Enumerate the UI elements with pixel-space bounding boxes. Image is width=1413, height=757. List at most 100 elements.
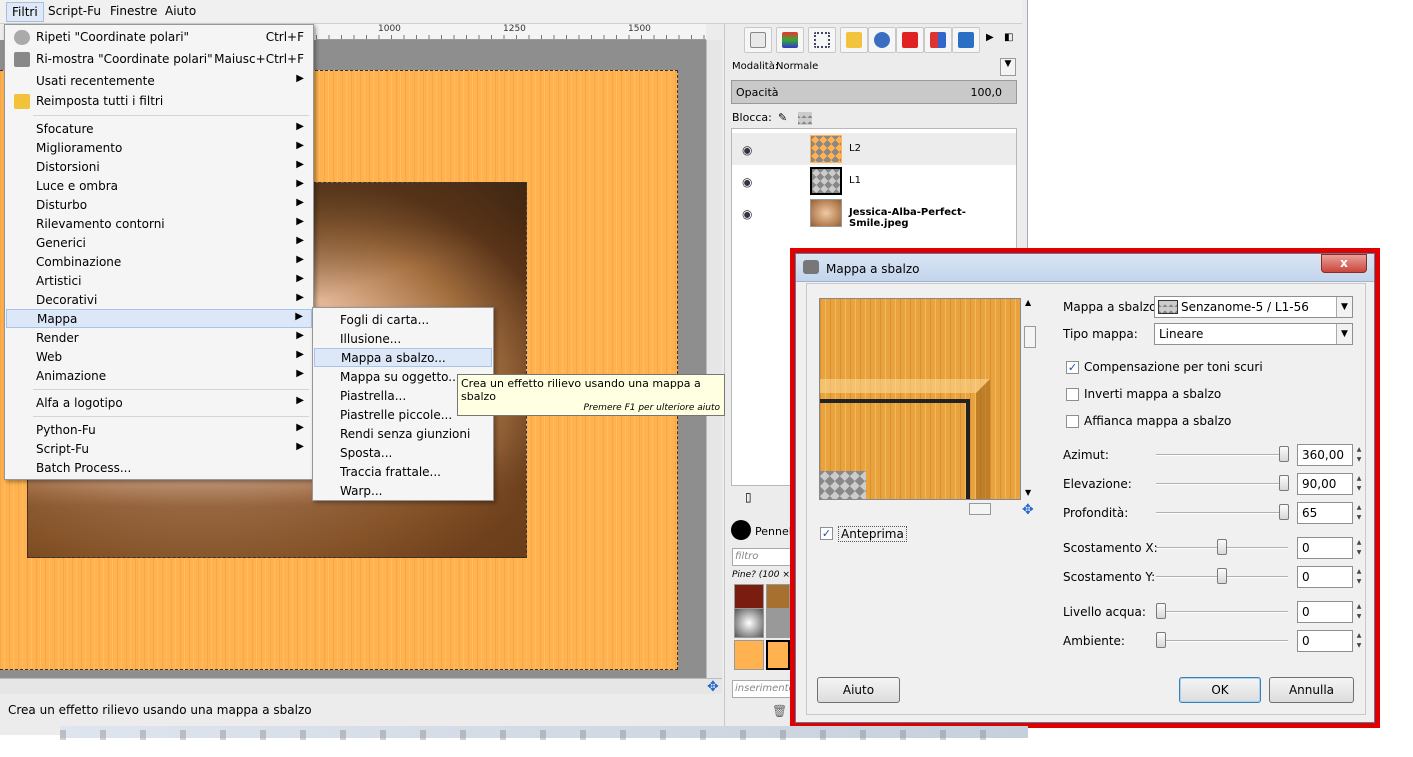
- menu-item-label: Animazione: [36, 369, 107, 383]
- layer-row[interactable]: ◉ L1: [732, 165, 1016, 197]
- submenu-arrow-icon: ▶: [296, 216, 304, 227]
- menu-item-sfocature[interactable]: Sfocature ▶: [6, 120, 312, 139]
- submenu-arrow-icon: ▶: [296, 368, 304, 379]
- menu-item-disturbo[interactable]: Disturbo ▶: [6, 196, 312, 215]
- menu-item-miglioramento[interactable]: Miglioramento ▶: [6, 139, 312, 158]
- submenu-item-bump-map[interactable]: Mappa a sbalzo...: [314, 348, 492, 367]
- tooltip-help-text: Premere F1 per ulteriore aiuto: [583, 403, 720, 413]
- menu-item-batch[interactable]: Batch Process...: [6, 459, 312, 478]
- menu-item-reset[interactable]: Reimposta tutti i filtri: [6, 92, 312, 111]
- brush-name: Pine? (100 ×: [732, 570, 790, 580]
- status-text: Crea un effetto rilievo usando una mappa…: [8, 703, 312, 717]
- menu-accelerator: Maiusc+Ctrl+F: [214, 52, 304, 66]
- layer-thumbnail: [810, 199, 842, 227]
- filters-menu: Ripeti "Coordinate polari" Ctrl+F Ri-mos…: [4, 24, 314, 480]
- trash-icon[interactable]: 🗑: [772, 704, 787, 718]
- brush-tag-input[interactable]: inserimento: [732, 680, 795, 698]
- brush-swatch[interactable]: [766, 608, 790, 638]
- tab-pointer[interactable]: [868, 27, 896, 53]
- palette-icon: [930, 32, 946, 48]
- menu-item-alfa-logotipo[interactable]: Alfa a logotipo ▶: [6, 394, 312, 413]
- tab-scroll-right-icon[interactable]: ▶: [986, 32, 994, 43]
- menu-item-python-fu[interactable]: Python-Fu ▶: [6, 421, 312, 440]
- submenu-arrow-icon: ▶: [296, 140, 304, 151]
- submenu-arrow-icon: ▶: [296, 441, 304, 452]
- layer-row[interactable]: ◉ L2: [732, 133, 1016, 165]
- submenu-item[interactable]: Illusione...: [314, 330, 492, 349]
- menu-item-combinazione[interactable]: Combinazione ▶: [6, 253, 312, 272]
- menu-item-web[interactable]: Web ▶: [6, 348, 312, 367]
- submenu-item[interactable]: Sposta...: [314, 444, 492, 463]
- submenu-item[interactable]: Warp...: [314, 482, 492, 501]
- submenu-item-label: Illusione...: [340, 332, 402, 346]
- menu-bar: Filtri Script-Fu Finestre Aiuto: [0, 0, 1022, 24]
- menu-item-label: Render: [36, 331, 79, 345]
- tab-channels[interactable]: [776, 27, 804, 53]
- tab-paths[interactable]: [808, 27, 836, 53]
- menu-item-generici[interactable]: Generici ▶: [6, 234, 312, 253]
- menu-script-fu[interactable]: Script-Fu: [48, 4, 101, 18]
- tab-undo[interactable]: [840, 27, 868, 53]
- visibility-eye-icon[interactable]: ◉: [742, 207, 752, 221]
- menu-item-decorativi[interactable]: Decorativi ▶: [6, 291, 312, 310]
- layer-row[interactable]: ◉ Jessica-Alba-Perfect-Smile.jpeg: [732, 197, 1016, 229]
- lock-row: Blocca: ✎: [732, 111, 812, 125]
- menu-item-reshow[interactable]: Ri-mostra "Coordinate polari" Maiusc+Ctr…: [6, 50, 312, 69]
- menu-item-animazione[interactable]: Animazione ▶: [6, 367, 312, 386]
- paths-icon: [814, 32, 830, 48]
- menu-finestre[interactable]: Finestre: [110, 4, 157, 18]
- menu-item-label: Rilevamento contorni: [36, 217, 165, 231]
- visibility-eye-icon[interactable]: ◉: [742, 175, 752, 189]
- menu-item-artistici[interactable]: Artistici ▶: [6, 272, 312, 291]
- mode-value[interactable]: Normale: [776, 61, 818, 72]
- menu-item-repeat[interactable]: Ripeti "Coordinate polari" Ctrl+F: [6, 28, 312, 47]
- navigate-icon[interactable]: ✥: [707, 679, 719, 695]
- tab-images[interactable]: [952, 27, 980, 53]
- pointer-icon: [874, 32, 890, 48]
- submenu-item-label: Mappa a sbalzo...: [341, 351, 446, 365]
- menu-item-label: Disturbo: [36, 198, 88, 212]
- mode-row: Modalità: Normale: [728, 56, 1018, 78]
- submenu-item[interactable]: Rendi senza giunzioni: [314, 425, 492, 444]
- brush-swatch[interactable]: [734, 608, 764, 638]
- canvas-horizontal-scrollbar[interactable]: [0, 678, 722, 694]
- submenu-arrow-icon: ▶: [296, 159, 304, 170]
- dock-menu-icon[interactable]: ◧: [1004, 32, 1013, 43]
- menu-item-script-fu[interactable]: Script-Fu ▶: [6, 440, 312, 459]
- menu-item-mappa[interactable]: Mappa ▶: [6, 309, 312, 328]
- tab-palettes[interactable]: [924, 27, 952, 53]
- submenu-item[interactable]: Fogli di carta...: [314, 311, 492, 330]
- menu-filtri[interactable]: Filtri: [6, 2, 44, 22]
- channels-icon: [782, 32, 798, 48]
- menu-item-luce-ombra[interactable]: Luce e ombra ▶: [6, 177, 312, 196]
- reset-icon: [14, 94, 30, 109]
- submenu-item-label: Piastrelle piccole...: [340, 408, 453, 422]
- tab-colors[interactable]: [896, 27, 924, 53]
- menu-item-rilevamento[interactable]: Rilevamento contorni ▶: [6, 215, 312, 234]
- repeat-icon: [14, 30, 30, 45]
- horizontal-ruler: 1000 1250 1500: [316, 24, 706, 40]
- menu-item-label: Batch Process...: [36, 461, 132, 475]
- submenu-arrow-icon: ▶: [296, 254, 304, 265]
- lock-alpha-icon[interactable]: [798, 112, 812, 125]
- menu-item-recent[interactable]: Usati recentemente ▶: [6, 72, 312, 91]
- menu-item-label: Script-Fu: [36, 442, 89, 456]
- submenu-item[interactable]: Traccia frattale...: [314, 463, 492, 482]
- canvas-vertical-scrollbar[interactable]: [706, 40, 722, 678]
- menu-item-label: Decorativi: [36, 293, 98, 307]
- ruler-label: 1500: [628, 24, 651, 34]
- opacity-slider[interactable]: Opacità 100,0: [731, 80, 1017, 104]
- menu-aiuto[interactable]: Aiuto: [165, 4, 196, 18]
- new-layer-icon[interactable]: ▯: [745, 490, 752, 504]
- brush-filter-input[interactable]: filtro: [732, 548, 792, 566]
- menu-item-distorsioni[interactable]: Distorsioni ▶: [6, 158, 312, 177]
- submenu-arrow-icon: ▶: [296, 330, 304, 341]
- lock-paint-icon[interactable]: ✎: [778, 111, 787, 124]
- submenu-arrow-icon: ▶: [296, 422, 304, 433]
- tab-layers[interactable]: [744, 27, 772, 53]
- mode-dropdown-icon[interactable]: ▼: [1000, 58, 1016, 76]
- menu-item-render[interactable]: Render ▶: [6, 329, 312, 348]
- visibility-eye-icon[interactable]: ◉: [742, 143, 752, 157]
- brush-swatch[interactable]: [734, 640, 764, 670]
- brush-swatch[interactable]: [766, 640, 790, 670]
